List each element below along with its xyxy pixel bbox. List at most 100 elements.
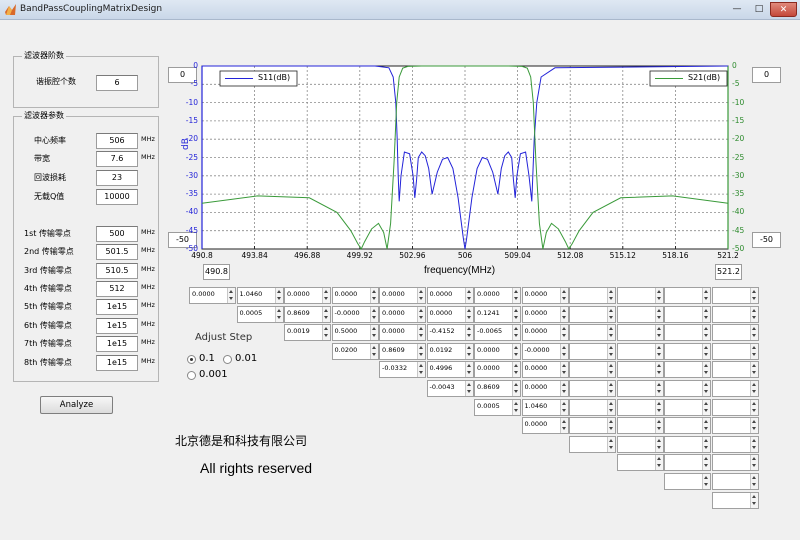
spin-down-icon[interactable] — [561, 315, 566, 319]
matrix-cell[interactable] — [569, 398, 616, 416]
step-radio-0.001[interactable] — [187, 371, 196, 380]
spin-up-icon[interactable] — [561, 327, 566, 331]
matrix-cell-spinner[interactable] — [702, 418, 710, 434]
spin-down-icon[interactable] — [324, 334, 328, 338]
matrix-cell[interactable]: -0.0332 — [379, 361, 426, 379]
matrix-cell-spinner[interactable] — [607, 288, 615, 303]
spin-down-icon[interactable] — [514, 297, 518, 300]
matrix-cell-spinner[interactable] — [702, 436, 710, 452]
spin-down-icon[interactable] — [656, 408, 661, 412]
spin-down-icon[interactable] — [609, 408, 613, 412]
matrix-cell[interactable] — [664, 473, 711, 490]
spin-up-icon[interactable] — [704, 420, 708, 424]
matrix-cell[interactable]: -0.0065 — [474, 324, 521, 342]
matrix-cell[interactable] — [664, 398, 711, 416]
spin-up-icon[interactable] — [514, 308, 518, 312]
spin-up-icon[interactable] — [751, 420, 756, 424]
matrix-cell[interactable]: 0.0000 — [521, 361, 569, 379]
spin-up-icon[interactable] — [751, 290, 756, 293]
matrix-cell-spinner[interactable] — [559, 381, 568, 396]
spin-down-icon[interactable] — [561, 297, 566, 300]
spin-up-icon[interactable] — [561, 383, 566, 386]
spin-down-icon[interactable] — [704, 297, 708, 300]
matrix-cell[interactable]: 0.0000 — [379, 287, 426, 304]
matrix-cell-spinner[interactable] — [749, 325, 758, 341]
matrix-cell-spinner[interactable] — [749, 492, 758, 508]
spin-down-icon[interactable] — [656, 297, 661, 300]
matrix-cell-spinner[interactable] — [702, 362, 710, 378]
spin-up-icon[interactable] — [751, 494, 756, 498]
matrix-cell-spinner[interactable] — [654, 325, 663, 341]
spin-up-icon[interactable] — [514, 290, 518, 293]
matrix-cell-spinner[interactable] — [417, 362, 425, 378]
matrix-cell-spinner[interactable] — [607, 436, 615, 452]
matrix-cell[interactable] — [711, 398, 759, 416]
spin-up-icon[interactable] — [704, 364, 708, 368]
matrix-cell-spinner[interactable] — [749, 306, 758, 322]
spin-down-icon[interactable] — [751, 334, 756, 338]
spin-up-icon[interactable] — [419, 345, 423, 349]
spin-up-icon[interactable] — [371, 308, 376, 312]
matrix-cell[interactable] — [616, 342, 664, 360]
matrix-cell-spinner[interactable] — [512, 362, 520, 378]
spin-up-icon[interactable] — [561, 290, 566, 293]
spin-up-icon[interactable] — [751, 364, 756, 368]
matrix-cell[interactable] — [664, 287, 711, 304]
spin-down-icon[interactable] — [751, 408, 756, 412]
matrix-cell-spinner[interactable] — [512, 325, 520, 341]
spin-up-icon[interactable] — [561, 308, 566, 312]
matrix-cell[interactable]: 0.0000 — [521, 417, 569, 435]
spin-down-icon[interactable] — [704, 390, 708, 393]
spin-down-icon[interactable] — [371, 297, 376, 300]
matrix-cell-spinner[interactable] — [749, 436, 758, 452]
spin-up-icon[interactable] — [656, 383, 661, 386]
spin-down-icon[interactable] — [704, 352, 708, 356]
spin-up-icon[interactable] — [704, 345, 708, 349]
spin-down-icon[interactable] — [656, 464, 661, 468]
spin-up-icon[interactable] — [561, 420, 566, 424]
spin-down-icon[interactable] — [466, 334, 471, 338]
matrix-cell[interactable] — [664, 417, 711, 435]
step-radio-0.1[interactable] — [187, 355, 196, 364]
spin-up-icon[interactable] — [751, 476, 756, 479]
matrix-cell[interactable] — [569, 361, 616, 379]
spin-down-icon[interactable] — [656, 334, 661, 338]
matrix-cell-spinner[interactable] — [559, 343, 568, 359]
spin-down-icon[interactable] — [324, 297, 328, 300]
matrix-cell-spinner[interactable] — [702, 474, 710, 489]
spin-up-icon[interactable] — [751, 308, 756, 312]
spin-down-icon[interactable] — [704, 371, 708, 375]
matrix-cell-spinner[interactable] — [369, 325, 378, 341]
spin-up-icon[interactable] — [561, 345, 566, 349]
spin-up-icon[interactable] — [229, 290, 233, 293]
spin-up-icon[interactable] — [609, 345, 613, 349]
matrix-cell[interactable]: 0.0000 — [521, 287, 569, 304]
spin-down-icon[interactable] — [514, 334, 518, 338]
transmission-zero-input[interactable]: 1e15 — [96, 299, 138, 315]
matrix-cell-spinner[interactable] — [654, 306, 663, 322]
matrix-cell[interactable] — [711, 435, 759, 453]
matrix-cell-spinner[interactable] — [369, 306, 378, 322]
spin-down-icon[interactable] — [324, 315, 328, 319]
spin-up-icon[interactable] — [704, 438, 708, 442]
matrix-cell-spinner[interactable] — [559, 325, 568, 341]
matrix-cell[interactable]: 0.0019 — [284, 324, 331, 342]
spin-down-icon[interactable] — [561, 390, 566, 393]
spin-down-icon[interactable] — [704, 408, 708, 412]
spin-up-icon[interactable] — [704, 327, 708, 331]
spin-up-icon[interactable] — [324, 308, 328, 312]
matrix-cell[interactable]: 0.0000 — [521, 380, 569, 397]
matrix-cell[interactable]: 1.0460 — [521, 398, 569, 416]
spin-up-icon[interactable] — [419, 327, 423, 331]
spin-up-icon[interactable] — [276, 308, 281, 312]
spin-down-icon[interactable] — [466, 352, 471, 356]
matrix-cell-spinner[interactable] — [702, 288, 710, 303]
spin-down-icon[interactable] — [419, 352, 423, 356]
matrix-cell[interactable]: -0.0000 — [331, 305, 379, 323]
spin-down-icon[interactable] — [229, 297, 233, 300]
matrix-cell[interactable]: 0.0000 — [474, 361, 521, 379]
spin-down-icon[interactable] — [514, 371, 518, 375]
matrix-cell-spinner[interactable] — [702, 343, 710, 359]
matrix-cell[interactable]: -0.0043 — [426, 380, 474, 397]
matrix-cell-spinner[interactable] — [749, 381, 758, 396]
